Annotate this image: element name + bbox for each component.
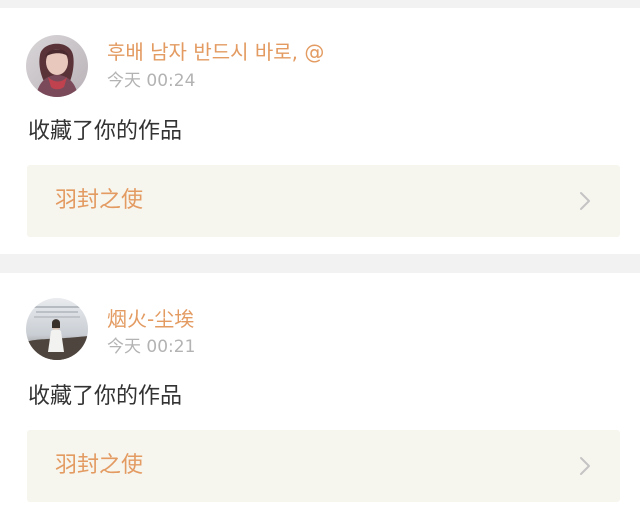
username[interactable]: 후배 남자 반드시 바로, @ xyxy=(107,40,324,64)
work-link[interactable]: 羽封之使 xyxy=(27,430,620,502)
action-text: 收藏了你的作品 xyxy=(28,119,183,144)
action-text: 收藏了你的作品 xyxy=(28,384,183,409)
timestamp: 今天 00:24 xyxy=(107,71,196,91)
chevron-right-icon xyxy=(574,190,596,212)
user-avatar[interactable] xyxy=(26,298,88,360)
username[interactable]: 烟火-尘埃 xyxy=(107,307,194,331)
chevron-right-icon xyxy=(574,455,596,477)
notification-card: 烟火-尘埃 今天 00:21 收藏了你的作品 羽封之使 xyxy=(0,273,640,518)
notification-card: 후배 남자 반드시 바로, @ 今天 00:24 收藏了你的作品 羽封之使 xyxy=(0,8,640,254)
user-avatar[interactable] xyxy=(26,35,88,97)
timestamp: 今天 00:21 xyxy=(107,337,196,357)
avatar-photo-icon xyxy=(26,35,88,97)
work-link[interactable]: 羽封之使 xyxy=(27,165,620,237)
work-title: 羽封之使 xyxy=(55,188,144,213)
work-title: 羽封之使 xyxy=(55,453,144,478)
notification-feed: 후배 남자 반드시 바로, @ 今天 00:24 收藏了你的作品 羽封之使 烟火… xyxy=(0,0,640,518)
avatar-photo-icon xyxy=(26,298,88,360)
